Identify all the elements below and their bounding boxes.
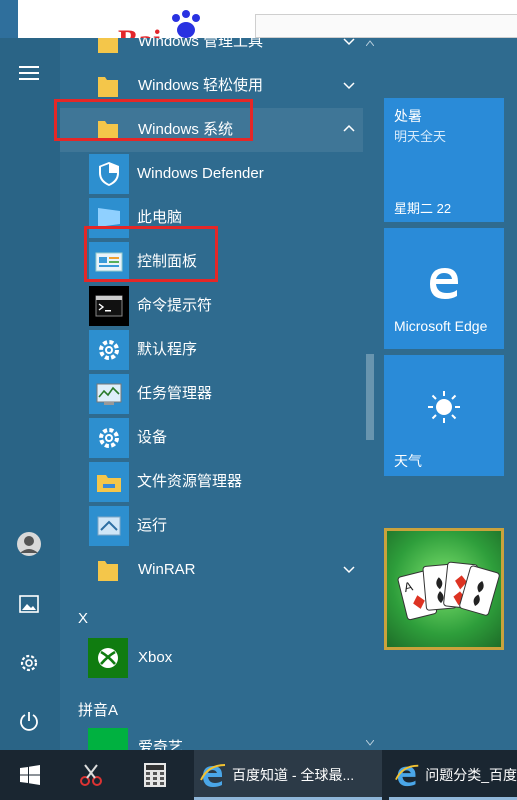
ie-icon	[200, 764, 226, 787]
scrollbar[interactable]	[363, 38, 377, 750]
control-panel-icon	[89, 242, 129, 282]
computer-icon	[89, 198, 129, 238]
start-rail	[0, 38, 60, 750]
app-label: 爱奇艺	[138, 739, 184, 750]
taskbar-ie-baidu-zhidao[interactable]: 百度知道 - 全球最...	[194, 750, 382, 800]
section-header-x[interactable]: X	[78, 610, 88, 627]
run-icon	[89, 506, 129, 546]
app-run[interactable]: 运行	[60, 504, 363, 548]
app-windows-system[interactable]: Windows 系统	[60, 108, 363, 152]
app-label: 控制面板	[137, 253, 198, 270]
app-file-explorer[interactable]: 文件资源管理器	[60, 460, 363, 504]
tile-weather-label: 天气	[394, 453, 422, 469]
start-button[interactable]	[16, 750, 44, 800]
chevron-down-icon[interactable]	[342, 78, 356, 92]
app-control-panel[interactable]: 控制面板	[60, 240, 363, 284]
tile-weather[interactable]: 天气	[384, 355, 504, 476]
chevron-down-icon[interactable]	[342, 38, 356, 48]
folder-icon	[88, 110, 128, 150]
section-header-pinyin-a[interactable]: 拼音A	[78, 699, 118, 720]
taskbar: 百度知道 - 全球最... 问题分类_百度	[0, 750, 517, 800]
solitaire-art: A	[387, 531, 501, 647]
app-xbox[interactable]: Xbox	[60, 636, 363, 680]
settings-icon[interactable]	[16, 650, 42, 676]
user-avatar[interactable]	[16, 531, 42, 557]
app-default-programs[interactable]: 默认程序	[60, 328, 363, 372]
folder-icon	[88, 66, 128, 106]
cmd-icon	[89, 286, 129, 326]
app-this-pc[interactable]: 此电脑	[60, 196, 363, 240]
app-list: Windows 管理工具 Windows 轻松使用 Windows 系统 Win…	[60, 38, 363, 750]
iqiyi-icon	[88, 728, 128, 750]
hamburger-icon[interactable]	[16, 60, 42, 86]
taskbar-calculator[interactable]	[140, 750, 170, 800]
taskbar-snipping-tool[interactable]	[74, 750, 108, 800]
scrollbar-thumb[interactable]	[366, 354, 374, 440]
scroll-up-icon[interactable]	[366, 40, 374, 46]
tile-weather-line2: 明天全天	[394, 129, 447, 144]
app-label: Windows 轻松使用	[138, 77, 264, 94]
app-windows-ease-of-access[interactable]: Windows 轻松使用	[60, 64, 363, 108]
xbox-icon	[88, 638, 128, 678]
app-label: 命令提示符	[137, 297, 213, 314]
ie-icon	[395, 764, 419, 787]
app-devices[interactable]: 设备	[60, 416, 363, 460]
app-label: 文件资源管理器	[137, 473, 243, 490]
background-sidebar	[0, 0, 18, 42]
background-browser: Bai	[0, 0, 517, 42]
app-winrar[interactable]: WinRAR	[60, 548, 363, 592]
edge-icon	[430, 268, 458, 299]
tile-weather-line1: 处暑	[394, 108, 422, 124]
app-label: WinRAR	[138, 561, 196, 578]
app-windows-defender[interactable]: Windows Defender	[60, 152, 363, 196]
app-label: 运行	[137, 517, 168, 534]
tile-calendar-weather[interactable]: 处暑 明天全天 星期二 22	[384, 98, 504, 222]
app-label: 默认程序	[137, 341, 198, 358]
tile-edge[interactable]: Microsoft Edge	[384, 228, 504, 349]
chevron-down-icon[interactable]	[342, 562, 356, 576]
power-icon[interactable]	[16, 708, 42, 734]
tile-edge-label: Microsoft Edge	[394, 318, 488, 334]
browser-tab-area	[255, 14, 517, 38]
folder-icon	[88, 38, 128, 62]
gear-icon	[89, 330, 129, 370]
windows-start-icon	[20, 765, 40, 785]
snipping-tool-icon	[80, 764, 102, 786]
tile-solitaire[interactable]: A	[384, 528, 504, 650]
playing-cards-icon: A	[397, 561, 500, 621]
pictures-icon[interactable]	[16, 591, 42, 617]
task-manager-icon	[89, 374, 129, 414]
app-label: Windows 系统	[138, 121, 234, 138]
sun-icon	[428, 391, 460, 423]
app-windows-admin-tools[interactable]: Windows 管理工具	[60, 38, 363, 64]
live-tiles: 处暑 明天全天 星期二 22 Microsoft Edge 天气 A	[384, 38, 517, 750]
start-menu: Windows 管理工具 Windows 轻松使用 Windows 系统 Win…	[0, 38, 517, 750]
folder-icon	[88, 550, 128, 590]
app-label: 任务管理器	[137, 385, 213, 402]
taskbar-item-label: 问题分类_百度	[425, 767, 517, 783]
app-label: 设备	[137, 429, 168, 446]
gear-icon	[89, 418, 129, 458]
chevron-up-icon[interactable]	[342, 122, 356, 136]
app-label: Windows 管理工具	[138, 38, 264, 50]
app-task-manager[interactable]: 任务管理器	[60, 372, 363, 416]
taskbar-ie-question-category[interactable]: 问题分类_百度	[389, 750, 517, 800]
app-label: Windows Defender	[137, 165, 264, 182]
calculator-icon	[144, 763, 166, 787]
scroll-down-icon[interactable]	[366, 740, 374, 746]
app-iqiyi[interactable]: 爱奇艺	[60, 726, 363, 750]
tile-weather-line3: 星期二 22	[394, 201, 452, 216]
app-command-prompt[interactable]: 命令提示符	[60, 284, 363, 328]
app-label: Xbox	[138, 649, 173, 666]
shield-icon	[89, 154, 129, 194]
taskbar-item-label: 百度知道 - 全球最...	[232, 767, 355, 783]
file-explorer-icon	[89, 462, 129, 502]
app-label: 此电脑	[137, 209, 183, 226]
